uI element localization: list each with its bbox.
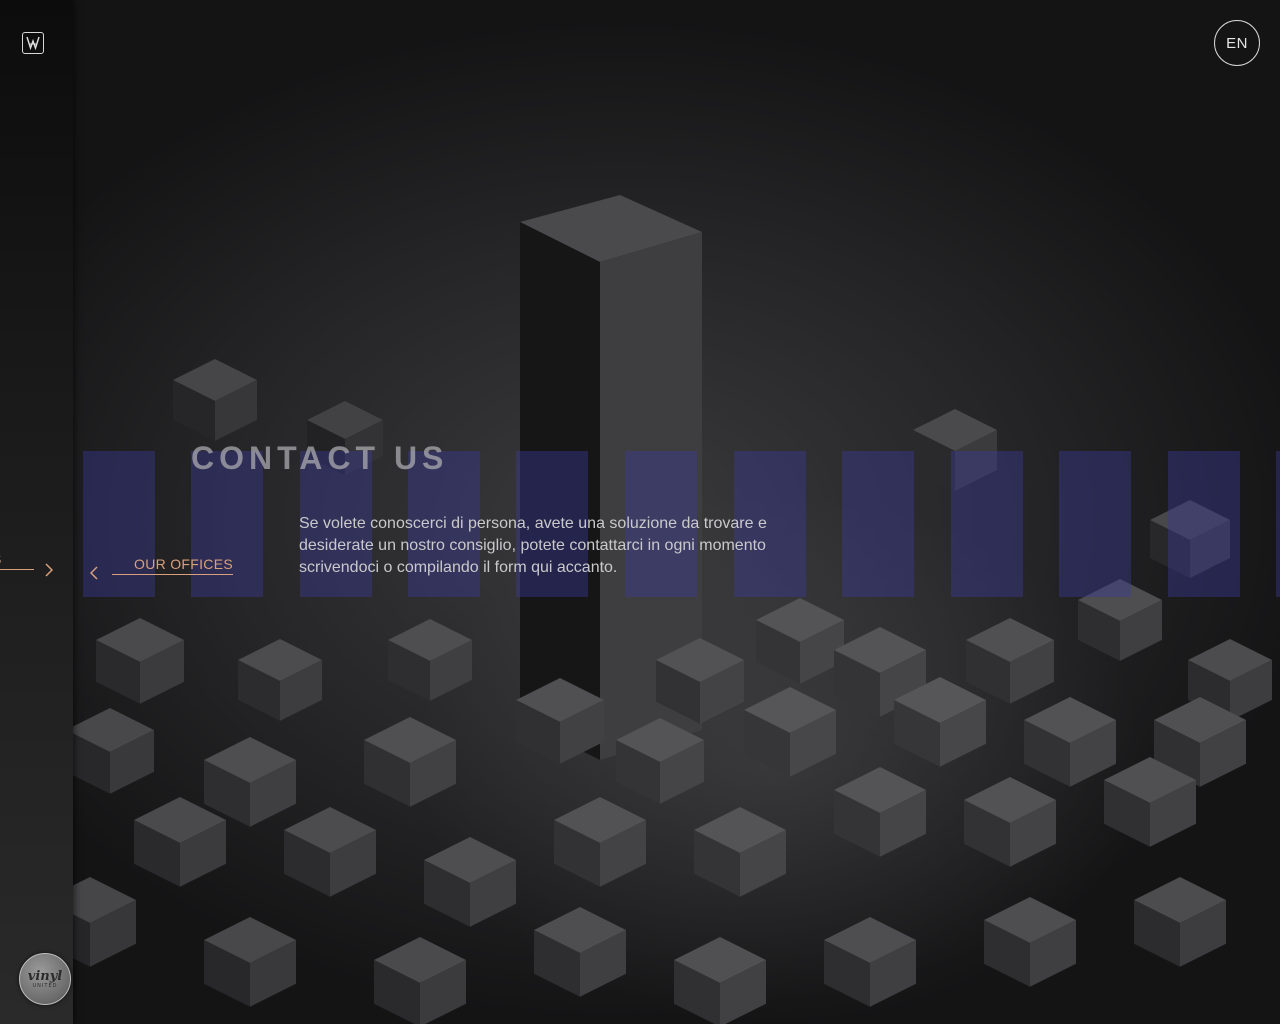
next-section-underline <box>0 569 34 570</box>
prev-section-label: OUR OFFICES <box>134 556 233 572</box>
overlay-stripe <box>1059 451 1131 597</box>
overlay-stripe <box>951 451 1023 597</box>
language-switch-button[interactable]: EN <box>1214 20 1260 66</box>
vinyl-united-badge[interactable]: vinyl UNITED <box>19 953 71 1005</box>
sidebar: S vinyl UNITED <box>0 0 73 1024</box>
hero-section: CONTACT US Se volete conoscerci di perso… <box>0 0 1280 1024</box>
prev-section-underline <box>112 574 233 575</box>
intro-text: Se volete conoscerci di persona, avete u… <box>299 515 767 576</box>
overlay-stripe <box>1168 451 1240 597</box>
chevron-left-icon <box>90 566 98 580</box>
overlay-stripe <box>842 451 914 597</box>
badge-title: vinyl <box>27 969 63 984</box>
page-title: CONTACT US <box>191 440 449 476</box>
overlay-stripe <box>1276 451 1280 597</box>
badge-subtitle: UNITED <box>32 983 58 989</box>
chevron-right-icon <box>45 563 53 577</box>
prev-section-link[interactable]: OUR OFFICES <box>90 552 240 582</box>
next-section-link[interactable]: S <box>0 548 60 578</box>
logo-icon[interactable] <box>22 32 44 54</box>
next-section-label: S <box>0 551 1 567</box>
